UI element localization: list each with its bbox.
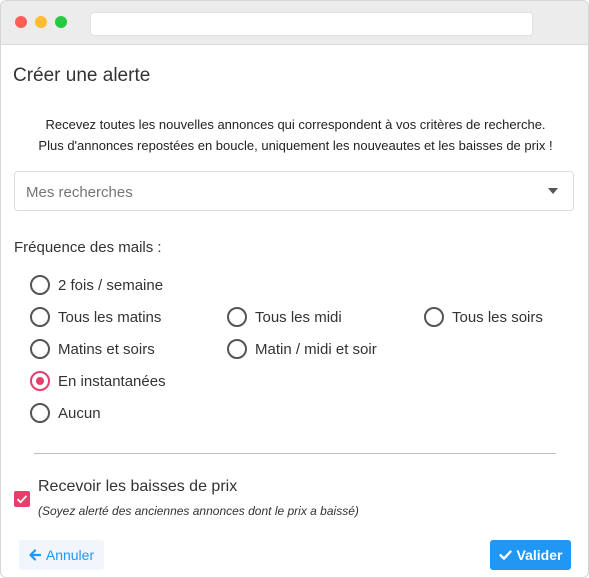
radio-label: En instantanées [58, 372, 166, 390]
price-drop-hint: (Soyez alerté des anciennes annonces don… [38, 504, 359, 518]
radio-label: Aucun [58, 404, 101, 422]
radio-tous-les-soirs[interactable]: Tous les soirs [424, 307, 543, 327]
divider [34, 453, 556, 454]
radio-en-instantanees[interactable]: En instantanées [30, 371, 166, 391]
radio-circle[interactable] [30, 403, 50, 423]
intro-line-2: Plus d'annonces repostées en boucle, uni… [38, 138, 553, 153]
radio-circle[interactable] [30, 339, 50, 359]
radio-label: Tous les midi [255, 308, 342, 326]
check-icon [498, 549, 512, 561]
radio-circle[interactable] [424, 307, 444, 327]
radio-circle[interactable] [30, 275, 50, 295]
price-drop-label: Recevoir les baisses de prix [38, 478, 238, 495]
price-drop-checkbox[interactable] [14, 491, 30, 507]
intro-line-1: Recevez toutes les nouvelles annonces qu… [45, 117, 546, 132]
address-bar[interactable] [90, 12, 533, 36]
radio-matins-et-soirs[interactable]: Matins et soirs [30, 339, 155, 359]
title-bar [1, 1, 588, 45]
searches-select[interactable]: Mes recherches [14, 171, 574, 211]
browser-window: Créer une alerte Recevez toutes les nouv… [0, 0, 589, 578]
intro-text: Recevez toutes les nouvelles annonces qu… [1, 114, 588, 156]
radio-aucun[interactable]: Aucun [30, 403, 101, 423]
minimize-window-button[interactable] [35, 16, 47, 28]
radio-tous-les-matins[interactable]: Tous les matins [30, 307, 161, 327]
cancel-button-label: Annuler [45, 547, 95, 563]
validate-button[interactable]: Valider [490, 540, 571, 570]
radio-label: Tous les matins [58, 308, 162, 326]
checkmark-icon [16, 495, 28, 504]
maximize-window-button[interactable] [55, 16, 67, 28]
radio-label: 2 fois / semaine [58, 276, 164, 294]
searches-select-placeholder: Mes recherches [26, 184, 133, 201]
radio-2-fois-semaine[interactable]: 2 fois / semaine [30, 275, 163, 295]
radio-circle[interactable] [30, 371, 50, 391]
arrow-left-icon [29, 549, 41, 561]
cancel-button[interactable]: Annuler [19, 540, 104, 570]
radio-label: Matin / midi et soir [255, 340, 377, 358]
dialog-title: Créer une alerte [13, 65, 151, 86]
radio-matin-midi-soir[interactable]: Matin / midi et soir [227, 339, 377, 359]
radio-circle[interactable] [227, 307, 247, 327]
radio-circle[interactable] [227, 339, 247, 359]
frequency-label: Fréquence des mails : [14, 239, 162, 256]
validate-button-label: Valider [516, 547, 563, 563]
radio-label: Tous les soirs [452, 308, 543, 326]
radio-circle[interactable] [30, 307, 50, 327]
chevron-down-icon [548, 188, 558, 194]
radio-label: Matins et soirs [58, 340, 155, 358]
close-window-button[interactable] [15, 16, 27, 28]
radio-tous-les-midi[interactable]: Tous les midi [227, 307, 342, 327]
